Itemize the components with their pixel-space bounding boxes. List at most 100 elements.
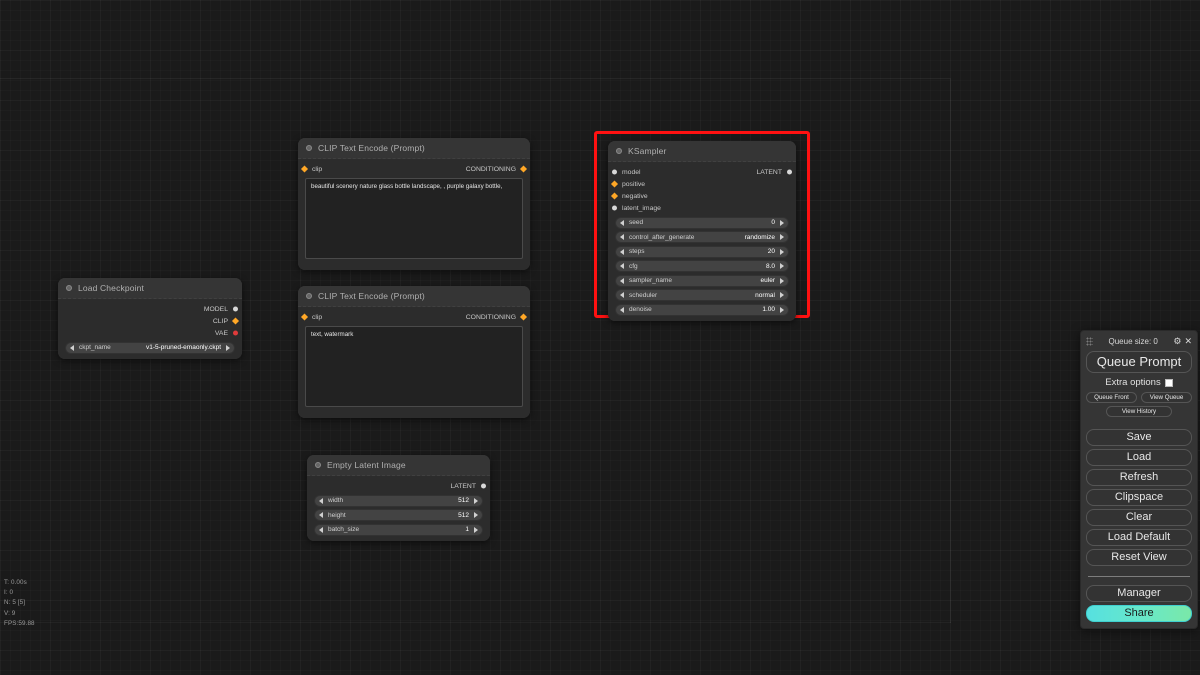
comfy-menu-panel[interactable]: Queue size: 0 ⚙ ✕ Queue Prompt Extra opt… [1080,330,1198,629]
graph-canvas[interactable]: Load Checkpoint MODEL CLIP VAE ckpt_name… [0,0,1200,675]
prompt-textarea-positive[interactable]: beautiful scenery nature glass bottle la… [305,178,523,259]
clear-button[interactable]: Clear [1086,509,1192,526]
increment-arrow-icon[interactable] [474,497,478,504]
decrement-arrow-icon[interactable] [319,497,323,504]
save-button[interactable]: Save [1086,429,1192,446]
queue-front-button[interactable]: Queue Front [1086,392,1137,403]
collapse-icon[interactable] [306,293,312,299]
node-title-bar-clip-negative[interactable]: CLIP Text Encode (Prompt) [298,286,530,307]
decrement-arrow-icon[interactable] [620,306,624,313]
decrement-arrow-icon[interactable] [620,248,624,255]
port-dot-model-icon[interactable] [612,169,617,175]
load-button[interactable]: Load [1086,449,1192,466]
view-queue-button[interactable]: View Queue [1141,392,1192,403]
gear-icon[interactable]: ⚙ [1173,337,1181,346]
node-ksampler[interactable]: KSampler model LATENT positive negative … [608,141,796,321]
widget-width[interactable]: width 512 [314,494,483,507]
node-empty-latent-image[interactable]: Empty Latent Image LATENT width 512 heig… [307,455,490,541]
port-dot-vae-icon[interactable] [233,330,238,336]
widget-denoise[interactable]: denoise 1.00 [615,303,789,316]
port-dot-conditioning-icon[interactable] [519,313,528,321]
view-history-button[interactable]: View History [1106,406,1172,417]
load-default-button[interactable]: Load Default [1086,529,1192,546]
output-port-clip[interactable]: CLIP [58,315,242,327]
manager-button[interactable]: Manager [1086,585,1192,602]
output-port-model[interactable]: MODEL [58,303,242,315]
widget-sampler-name[interactable]: sampler_name euler [615,274,789,287]
widget-ckpt-name[interactable]: ckpt_name v1-5-pruned-emaonly.ckpt [65,341,235,354]
output-port-latent[interactable]: LATENT [307,480,490,492]
widget-seed[interactable]: seed 0 [615,216,789,229]
decrement-arrow-icon[interactable] [620,234,624,240]
increment-arrow-icon[interactable] [226,344,230,351]
increment-arrow-icon[interactable] [780,248,784,255]
port-dot-clip-icon[interactable] [231,317,240,325]
port-dot-positive-icon[interactable] [610,180,619,188]
refresh-button[interactable]: Refresh [1086,469,1192,486]
input-label-latent-image: latent_image [622,204,661,212]
queue-prompt-button[interactable]: Queue Prompt [1086,351,1192,373]
port-dot-negative-icon[interactable] [610,192,619,200]
node-clip-text-encode-positive[interactable]: CLIP Text Encode (Prompt) clip CONDITION… [298,138,530,270]
decrement-arrow-icon[interactable] [620,277,624,284]
increment-arrow-icon[interactable] [780,306,784,313]
decrement-arrow-icon[interactable] [319,526,323,533]
clipspace-button[interactable]: Clipspace [1086,489,1192,506]
increment-arrow-icon[interactable] [780,292,784,298]
decrement-arrow-icon[interactable] [620,292,624,298]
port-row-model-latent[interactable]: model LATENT [608,166,796,178]
port-dot-conditioning-icon[interactable] [519,165,528,173]
collapse-icon[interactable] [315,462,321,468]
decrement-arrow-icon[interactable] [70,344,74,351]
widget-value: 0 [771,219,775,226]
share-button[interactable]: Share [1086,605,1192,622]
port-row-clip-conditioning[interactable]: clip CONDITIONING [298,163,530,175]
extra-options-row[interactable]: Extra options [1086,377,1192,388]
node-load-checkpoint[interactable]: Load Checkpoint MODEL CLIP VAE ckpt_name… [58,278,242,359]
collapse-icon[interactable] [306,145,312,151]
decrement-arrow-icon[interactable] [319,512,323,518]
decrement-arrow-icon[interactable] [620,263,624,269]
increment-arrow-icon[interactable] [780,234,784,240]
decrement-arrow-icon[interactable] [620,219,624,226]
extra-options-checkbox[interactable] [1164,378,1173,387]
node-title-bar-empty-latent[interactable]: Empty Latent Image [307,455,490,476]
widget-steps[interactable]: steps 20 [615,245,789,258]
increment-arrow-icon[interactable] [474,512,478,518]
widget-height[interactable]: height 512 [314,509,483,521]
widget-value: v1-5-pruned-emaonly.ckpt [145,344,221,351]
port-dot-latent-icon[interactable] [481,483,486,489]
reset-view-button[interactable]: Reset View [1086,549,1192,566]
input-port-negative[interactable]: negative [608,190,796,202]
collapse-icon[interactable] [616,148,622,154]
increment-arrow-icon[interactable] [474,526,478,533]
collapse-icon[interactable] [66,285,72,291]
port-row-clip-conditioning[interactable]: clip CONDITIONING [298,311,530,323]
increment-arrow-icon[interactable] [780,277,784,284]
widget-cfg[interactable]: cfg 8.0 [615,260,789,272]
input-port-positive[interactable]: positive [608,178,796,190]
port-dot-model-icon[interactable] [233,306,238,312]
output-port-vae[interactable]: VAE [58,327,242,339]
node-clip-text-encode-negative[interactable]: CLIP Text Encode (Prompt) clip CONDITION… [298,286,530,418]
widget-batch-size[interactable]: batch_size 1 [314,523,483,536]
port-dot-clip-icon[interactable] [300,313,309,321]
widget-control-after-generate[interactable]: control_after_generate randomize [615,231,789,243]
node-title-bar-clip-positive[interactable]: CLIP Text Encode (Prompt) [298,138,530,159]
widget-scheduler[interactable]: scheduler normal [615,289,789,301]
input-port-latent-image[interactable]: latent_image [608,202,796,214]
menu-header[interactable]: Queue size: 0 ⚙ ✕ [1086,335,1192,348]
port-dot-clip-icon[interactable] [300,165,309,173]
node-title-bar-ksampler[interactable]: KSampler [608,141,796,162]
widget-value: normal [755,291,775,299]
drag-handle-icon[interactable] [1086,337,1093,346]
widget-value: 1 [465,526,469,533]
node-title-text: Load Checkpoint [78,283,145,293]
increment-arrow-icon[interactable] [780,263,784,269]
port-dot-latent-image-icon[interactable] [612,205,617,211]
prompt-textarea-negative[interactable]: text, watermark [305,326,523,407]
close-icon[interactable]: ✕ [1184,337,1192,346]
port-dot-latent-icon[interactable] [787,169,792,175]
increment-arrow-icon[interactable] [780,219,784,226]
node-title-bar-load-checkpoint[interactable]: Load Checkpoint [58,278,242,299]
